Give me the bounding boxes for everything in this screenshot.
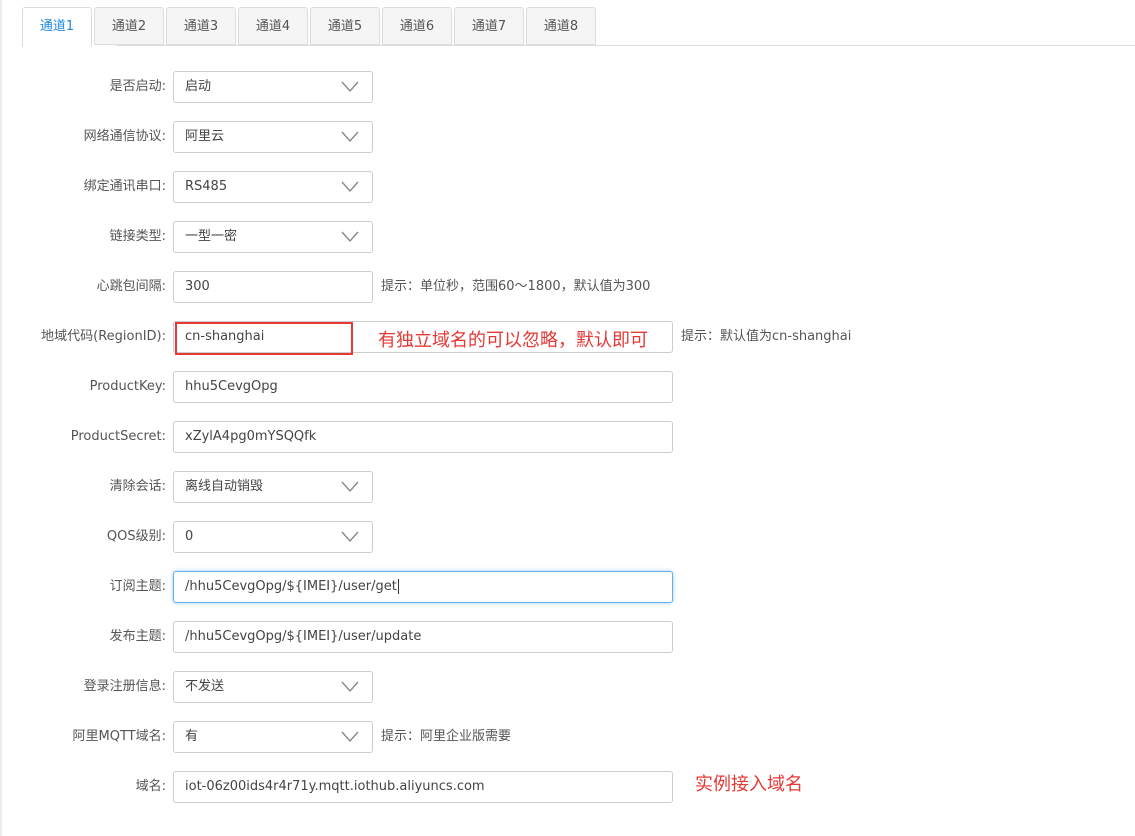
chevron-down-icon <box>341 731 359 743</box>
heartbeat-hint: 提示：单位秒，范围60～1800，默认值为300 <box>381 279 651 294</box>
link-type-label: 链接类型: <box>109 229 166 244</box>
product-secret-value: xZylA4pg0mYSQQfk <box>185 429 317 444</box>
chevron-down-icon <box>341 481 359 493</box>
tab-channel-2[interactable]: 通道2 <box>94 7 164 45</box>
form-row-publish: 发布主题: /hhu5CevgOpg/${IMEI}/user/update <box>0 621 1135 653</box>
tab-channel-5[interactable]: 通道5 <box>310 7 380 45</box>
serial-select[interactable]: RS485 <box>173 171 373 203</box>
domain-value: iot-06z00ids4r4r71y.mqtt.iothub.aliyuncs… <box>185 779 485 794</box>
link-type-select[interactable]: 一型一密 <box>173 221 373 253</box>
enable-label: 是否启动: <box>109 79 166 94</box>
chevron-down-icon <box>341 81 359 93</box>
region-label: 地域代码(RegionID): <box>41 329 166 344</box>
chevron-down-icon <box>341 231 359 243</box>
qos-label: QOS级别: <box>106 529 166 544</box>
chevron-down-icon <box>341 681 359 693</box>
product-key-input[interactable]: hhu5CevgOpg <box>173 371 673 403</box>
form-row-protocol: 网络通信协议: 阿里云 <box>0 121 1135 153</box>
form-row-domain: 域名: iot-06z00ids4r4r71y.mqtt.iothub.aliy… <box>0 771 1135 803</box>
product-key-value: hhu5CevgOpg <box>185 379 278 394</box>
form-row-ali-mqtt-domain: 阿里MQTT域名: 有 提示：阿里企业版需要 <box>0 721 1135 753</box>
clear-session-select[interactable]: 离线自动销毁 <box>173 471 373 503</box>
ali-mqtt-domain-value: 有 <box>185 729 199 744</box>
form-row-login-info: 登录注册信息: 不发送 <box>0 671 1135 703</box>
publish-label: 发布主题: <box>109 629 166 644</box>
chevron-down-icon <box>341 181 359 193</box>
tab-channel-3[interactable]: 通道3 <box>166 7 236 45</box>
domain-label: 域名: <box>135 779 166 794</box>
subscribe-topic-input[interactable]: /hhu5CevgOpg/${IMEI}/user/get <box>173 571 673 603</box>
ali-mqtt-domain-select[interactable]: 有 <box>173 721 373 753</box>
clear-session-value: 离线自动销毁 <box>185 479 264 494</box>
tab-channel-1[interactable]: 通道1 <box>22 7 92 47</box>
form-row-enable: 是否启动: 启动 <box>0 71 1135 103</box>
publish-topic-input[interactable]: /hhu5CevgOpg/${IMEI}/user/update <box>173 621 673 653</box>
tab-channel-4[interactable]: 通道4 <box>238 7 308 45</box>
product-key-label: ProductKey: <box>89 379 166 394</box>
heartbeat-label: 心跳包间隔: <box>96 279 166 294</box>
tab-channel-6[interactable]: 通道6 <box>382 7 452 45</box>
tab-channel-7[interactable]: 通道7 <box>454 7 524 45</box>
form-row-product-secret: ProductSecret: xZylA4pg0mYSQQfk <box>0 421 1135 453</box>
ali-mqtt-domain-label: 阿里MQTT域名: <box>72 729 166 744</box>
link-type-value: 一型一密 <box>185 229 238 244</box>
protocol-value: 阿里云 <box>185 129 225 144</box>
heartbeat-input[interactable]: 300 <box>173 271 373 303</box>
protocol-select[interactable]: 阿里云 <box>173 121 373 153</box>
region-annotation: 有独立域名的可以忽略，默认即可 <box>378 330 648 351</box>
text-cursor <box>397 579 399 594</box>
form-row-link-type: 链接类型: 一型一密 <box>0 221 1135 253</box>
tab-channel-8[interactable]: 通道8 <box>526 7 596 45</box>
form-row-heartbeat: 心跳包间隔: 300 提示：单位秒，范围60～1800，默认值为300 <box>0 271 1135 303</box>
login-info-value: 不发送 <box>185 679 225 694</box>
region-hint: 提示：默认值为cn-shanghai <box>681 329 852 344</box>
tab-divider <box>116 45 1135 46</box>
qos-select[interactable]: 0 <box>173 521 373 553</box>
heartbeat-value: 300 <box>185 279 210 294</box>
form-row-subscribe: 订阅主题: /hhu5CevgOpg/${IMEI}/user/get <box>0 571 1135 603</box>
chevron-down-icon <box>341 531 359 543</box>
publish-value: /hhu5CevgOpg/${IMEI}/user/update <box>185 629 422 644</box>
subscribe-label: 订阅主题: <box>109 579 166 594</box>
login-info-select[interactable]: 不发送 <box>173 671 373 703</box>
form-row-clear-session: 清除会话: 离线自动销毁 <box>0 471 1135 503</box>
serial-value: RS485 <box>185 179 228 194</box>
product-secret-input[interactable]: xZylA4pg0mYSQQfk <box>173 421 673 453</box>
enable-select[interactable]: 启动 <box>173 71 373 103</box>
subscribe-value: /hhu5CevgOpg/${IMEI}/user/get <box>185 579 397 594</box>
serial-label: 绑定通讯串口: <box>83 179 166 194</box>
login-info-label: 登录注册信息: <box>83 679 166 694</box>
region-highlight-box <box>175 322 353 355</box>
form-row-product-key: ProductKey: hhu5CevgOpg <box>0 371 1135 403</box>
chevron-down-icon <box>341 131 359 143</box>
product-secret-label: ProductSecret: <box>70 429 166 444</box>
qos-value: 0 <box>185 529 194 544</box>
clear-session-label: 清除会话: <box>109 479 166 494</box>
protocol-label: 网络通信协议: <box>83 129 166 144</box>
domain-annotation: 实例接入域名 <box>695 774 803 795</box>
form-row-qos: QOS级别: 0 <box>0 521 1135 553</box>
channel-tabs: 通道1 通道2 通道3 通道4 通道5 通道6 通道7 通道8 <box>22 7 1135 47</box>
form-row-serial: 绑定通讯串口: RS485 <box>0 171 1135 203</box>
enable-value: 启动 <box>185 79 212 94</box>
domain-input[interactable]: iot-06z00ids4r4r71y.mqtt.iothub.aliyuncs… <box>173 771 673 803</box>
ali-mqtt-domain-hint: 提示：阿里企业版需要 <box>381 729 512 744</box>
